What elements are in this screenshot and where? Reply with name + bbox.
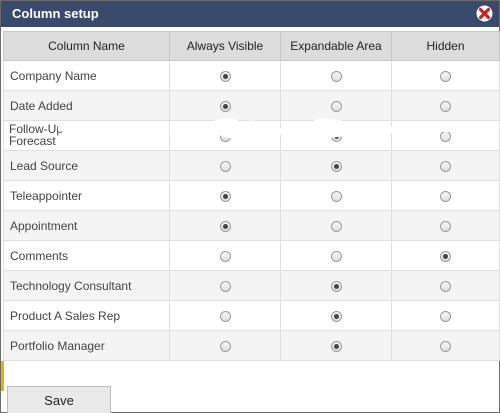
option-cell	[280, 210, 392, 241]
radio-hidden[interactable]	[440, 100, 451, 112]
option-cell	[391, 270, 500, 301]
column-name-cell: Appointment	[3, 210, 170, 241]
option-cell	[280, 300, 392, 331]
column-setup-dialog: Column setup Column Name Always Visible …	[0, 0, 500, 413]
option-cell	[169, 330, 281, 361]
column-name-cell: Date Added	[3, 90, 170, 121]
option-cell	[280, 150, 392, 181]
radio-expandable-area[interactable]	[330, 220, 342, 232]
option-cell	[391, 150, 500, 181]
option-cell	[169, 150, 281, 181]
column-name-cell: Company Name	[3, 60, 170, 91]
option-cell	[169, 210, 281, 241]
radio-hidden[interactable]	[440, 130, 451, 142]
option-cell	[280, 270, 392, 301]
save-button[interactable]: Save	[7, 386, 111, 413]
radio-hidden[interactable]	[440, 160, 451, 172]
table-row: Technology Consultant	[3, 270, 500, 301]
radio-always-visible[interactable]	[219, 190, 231, 202]
header-always-visible: Always Visible	[169, 31, 281, 61]
option-cell	[391, 180, 500, 211]
radio-expandable-area[interactable]	[330, 340, 342, 352]
radio-expandable-area[interactable]	[330, 100, 342, 112]
table-row: Appointment	[3, 210, 500, 241]
table-row: Teleappointer	[3, 180, 500, 211]
radio-hidden[interactable]	[440, 70, 451, 82]
forecast-label: Forecast	[9, 134, 56, 148]
option-cell	[169, 120, 281, 151]
option-cell	[280, 60, 392, 91]
option-cell	[280, 180, 392, 211]
option-cell	[169, 300, 281, 331]
radio-expandable-area[interactable]	[330, 160, 342, 172]
radio-always-visible[interactable]	[219, 130, 231, 142]
radio-hidden[interactable]	[440, 280, 451, 292]
header-expandable-area: Expandable Area	[280, 31, 392, 61]
table-header-row: Column Name Always Visible Expandable Ar…	[3, 31, 500, 61]
table-row: Date Added	[3, 90, 500, 121]
radio-always-visible[interactable]	[219, 100, 231, 112]
radio-hidden[interactable]	[440, 190, 451, 202]
table-row: Company Name	[3, 60, 500, 91]
column-name-cell: Product A Sales Rep	[3, 300, 170, 331]
header-hidden: Hidden	[391, 31, 500, 61]
obscured-row-labels: Follow-Up Forecast	[9, 123, 63, 147]
close-icon[interactable]	[476, 5, 493, 22]
table-row: Comments	[3, 240, 500, 271]
option-cell	[391, 210, 500, 241]
option-cell	[280, 120, 392, 151]
option-cell	[169, 270, 281, 301]
dialog-titlebar: Column setup	[1, 1, 499, 27]
option-cell	[391, 330, 500, 361]
table-row: Portfolio Manager	[3, 330, 500, 361]
dialog-title: Column setup	[12, 6, 99, 21]
radio-always-visible[interactable]	[219, 220, 231, 232]
radio-expandable-area[interactable]	[330, 190, 342, 202]
option-cell	[391, 120, 500, 151]
radio-expandable-area[interactable]	[330, 310, 342, 322]
header-column-name: Column Name	[3, 31, 170, 61]
option-cell	[391, 60, 500, 91]
option-cell	[280, 90, 392, 121]
option-cell	[391, 240, 500, 271]
radio-hidden[interactable]	[440, 340, 451, 352]
option-cell	[169, 60, 281, 91]
table-row	[3, 120, 500, 151]
column-name-cell: Technology Consultant	[3, 270, 170, 301]
option-cell	[169, 90, 281, 121]
radio-expandable-area[interactable]	[330, 280, 342, 292]
radio-always-visible[interactable]	[219, 280, 231, 292]
column-table: Column Name Always Visible Expandable Ar…	[3, 31, 500, 361]
radio-expandable-area[interactable]	[330, 70, 342, 82]
radio-expandable-area[interactable]	[330, 250, 342, 262]
radio-hidden[interactable]	[440, 220, 451, 232]
option-cell	[391, 90, 500, 121]
radio-always-visible[interactable]	[219, 160, 231, 172]
table-row: Lead Source	[3, 150, 500, 181]
left-accent-bar	[1, 361, 4, 391]
option-cell	[280, 240, 392, 271]
column-name-cell: Portfolio Manager	[3, 330, 170, 361]
radio-always-visible[interactable]	[219, 340, 231, 352]
option-cell	[280, 330, 392, 361]
radio-always-visible[interactable]	[219, 70, 231, 82]
radio-hidden[interactable]	[440, 250, 451, 262]
option-cell	[169, 240, 281, 271]
radio-always-visible[interactable]	[219, 310, 231, 322]
option-cell	[391, 300, 500, 331]
radio-expandable-area[interactable]	[330, 130, 342, 142]
column-name-cell: Comments	[3, 240, 170, 271]
table-row: Product A Sales Rep	[3, 300, 500, 331]
radio-always-visible[interactable]	[219, 250, 231, 262]
option-cell	[169, 180, 281, 211]
column-name-cell: Teleappointer	[3, 180, 170, 211]
radio-hidden[interactable]	[440, 310, 451, 322]
column-name-cell: Lead Source	[3, 150, 170, 181]
